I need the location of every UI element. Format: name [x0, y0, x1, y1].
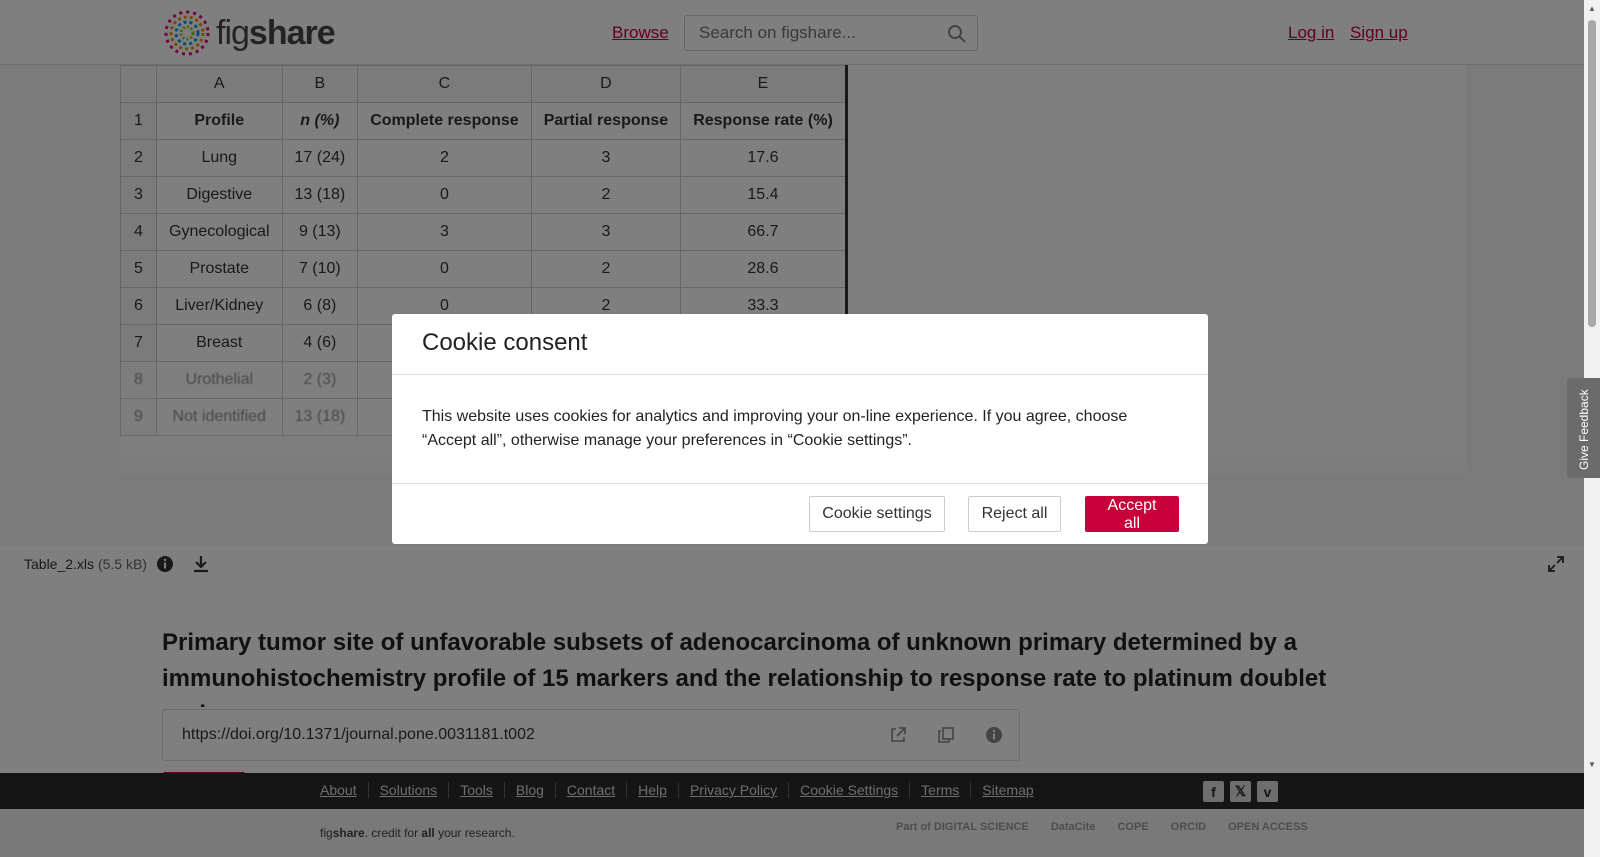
scroll-thumb[interactable] [1588, 20, 1596, 327]
give-feedback-tab[interactable]: Give Feedback [1567, 378, 1600, 478]
feedback-label: Give Feedback [1577, 389, 1591, 470]
modal-body: This website uses cookies for analytics … [392, 375, 1208, 484]
modal-title: Cookie consent [422, 329, 588, 356]
scroll-down-arrow-icon[interactable]: ▼ [1588, 760, 1596, 769]
cookie-settings-button[interactable]: Cookie settings [809, 496, 945, 532]
reject-all-button[interactable]: Reject all [968, 496, 1061, 532]
accept-all-button[interactable]: Accept all [1085, 496, 1179, 532]
scroll-up-arrow-icon[interactable]: ▲ [1588, 4, 1596, 13]
modal-footer: Cookie settings Reject all Accept all [392, 484, 1208, 544]
cookie-consent-dialog: Cookie consent This website uses cookies… [392, 314, 1208, 544]
modal-message: This website uses cookies for analytics … [422, 408, 1128, 449]
modal-header: Cookie consent [392, 314, 1208, 375]
